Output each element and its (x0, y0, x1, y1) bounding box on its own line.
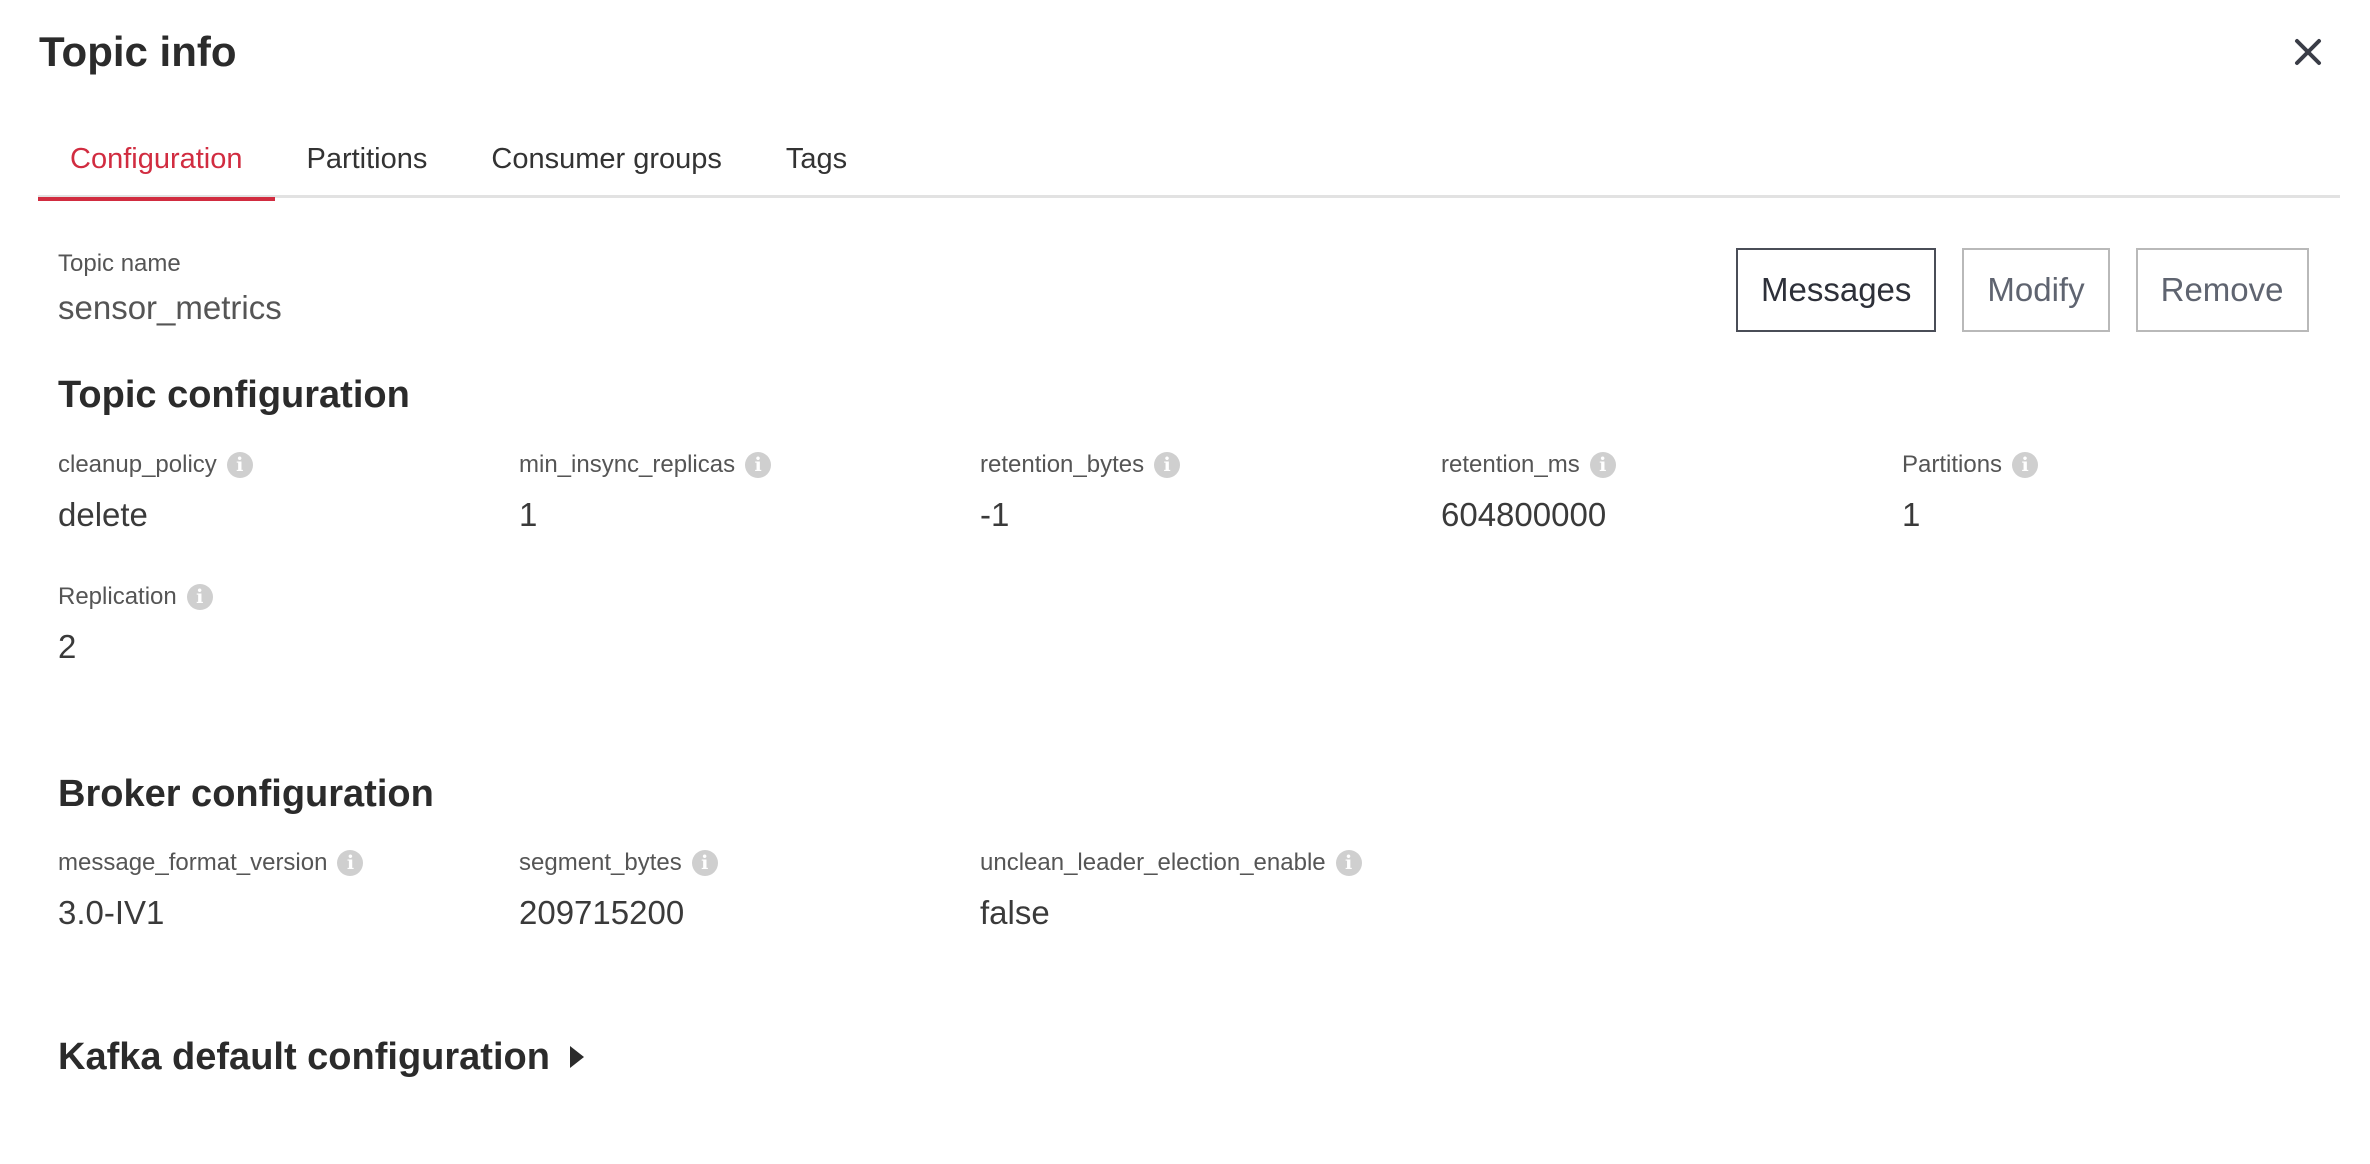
config-value: 1 (1902, 496, 1921, 533)
caret-right-icon (569, 1046, 584, 1068)
config-item-retention-bytes: retention_bytes -1 (980, 450, 1181, 535)
config-label: min_insync_replicas (519, 451, 736, 478)
tab-configuration[interactable]: Configuration (38, 130, 275, 201)
topic-name-value: sensor_metrics (58, 289, 282, 326)
tab-tags[interactable]: Tags (754, 130, 879, 198)
broker-configuration-title: Broker configuration (58, 773, 434, 815)
close-button[interactable] (2288, 32, 2328, 72)
config-item-replication: Replication 2 (58, 582, 213, 667)
info-icon[interactable] (186, 584, 213, 610)
config-item-partitions: Partitions 1 (1902, 450, 2039, 535)
config-value: delete (58, 496, 148, 533)
config-value: 1 (519, 496, 538, 533)
topic-configuration-title: Topic configuration (58, 374, 410, 416)
modify-button[interactable]: Modify (1962, 248, 2110, 332)
kafka-default-configuration-toggle[interactable]: Kafka default configuration (58, 1034, 584, 1080)
info-icon[interactable] (2012, 452, 2039, 478)
tab-partitions[interactable]: Partitions (275, 130, 460, 198)
config-value: -1 (980, 496, 1010, 533)
close-icon (2295, 39, 2321, 65)
config-label: Replication (58, 583, 177, 610)
config-value: false (980, 894, 1050, 931)
topic-actions: Messages Modify Remove (1736, 248, 2309, 332)
info-icon[interactable] (745, 452, 772, 478)
tab-consumer-groups[interactable]: Consumer groups (459, 130, 754, 198)
info-icon[interactable] (1154, 452, 1181, 478)
config-label: retention_ms (1441, 451, 1580, 478)
info-icon[interactable] (1335, 850, 1362, 876)
info-icon[interactable] (337, 850, 364, 876)
config-item-min-insync-replicas: min_insync_replicas 1 (519, 450, 772, 535)
kafka-default-configuration-title: Kafka default configuration (58, 1036, 550, 1078)
config-item-retention-ms: retention_ms 604800000 (1441, 450, 1616, 535)
config-label: cleanup_policy (58, 451, 217, 478)
broker-item-unclean-leader-election-enable: unclean_leader_election_enable false (980, 848, 1362, 933)
info-icon[interactable] (226, 452, 253, 478)
page-title: Topic info (39, 28, 237, 75)
info-icon[interactable] (1589, 452, 1616, 478)
broker-item-segment-bytes: segment_bytes 209715200 (519, 848, 718, 933)
messages-button[interactable]: Messages (1736, 248, 1937, 332)
config-label: Partitions (1902, 451, 2003, 478)
config-value: 209715200 (519, 894, 685, 931)
config-value: 604800000 (1441, 496, 1607, 533)
remove-button[interactable]: Remove (2135, 248, 2309, 332)
config-item-cleanup-policy: cleanup_policy delete (58, 450, 253, 535)
tab-bar: Configuration Partitions Consumer groups… (38, 130, 2340, 201)
config-label: message_format_version (58, 849, 328, 876)
config-label: retention_bytes (980, 451, 1145, 478)
topic-info-panel: Topic info Configuration Partitions Cons… (0, 0, 2370, 1164)
topic-name-label: Topic name (58, 250, 181, 277)
broker-item-message-format-version: message_format_version 3.0-IV1 (58, 848, 364, 933)
config-value: 3.0-IV1 (58, 894, 165, 931)
config-value: 2 (58, 628, 77, 665)
config-label: unclean_leader_election_enable (980, 849, 1326, 876)
info-icon[interactable] (691, 850, 718, 876)
config-label: segment_bytes (519, 849, 682, 876)
